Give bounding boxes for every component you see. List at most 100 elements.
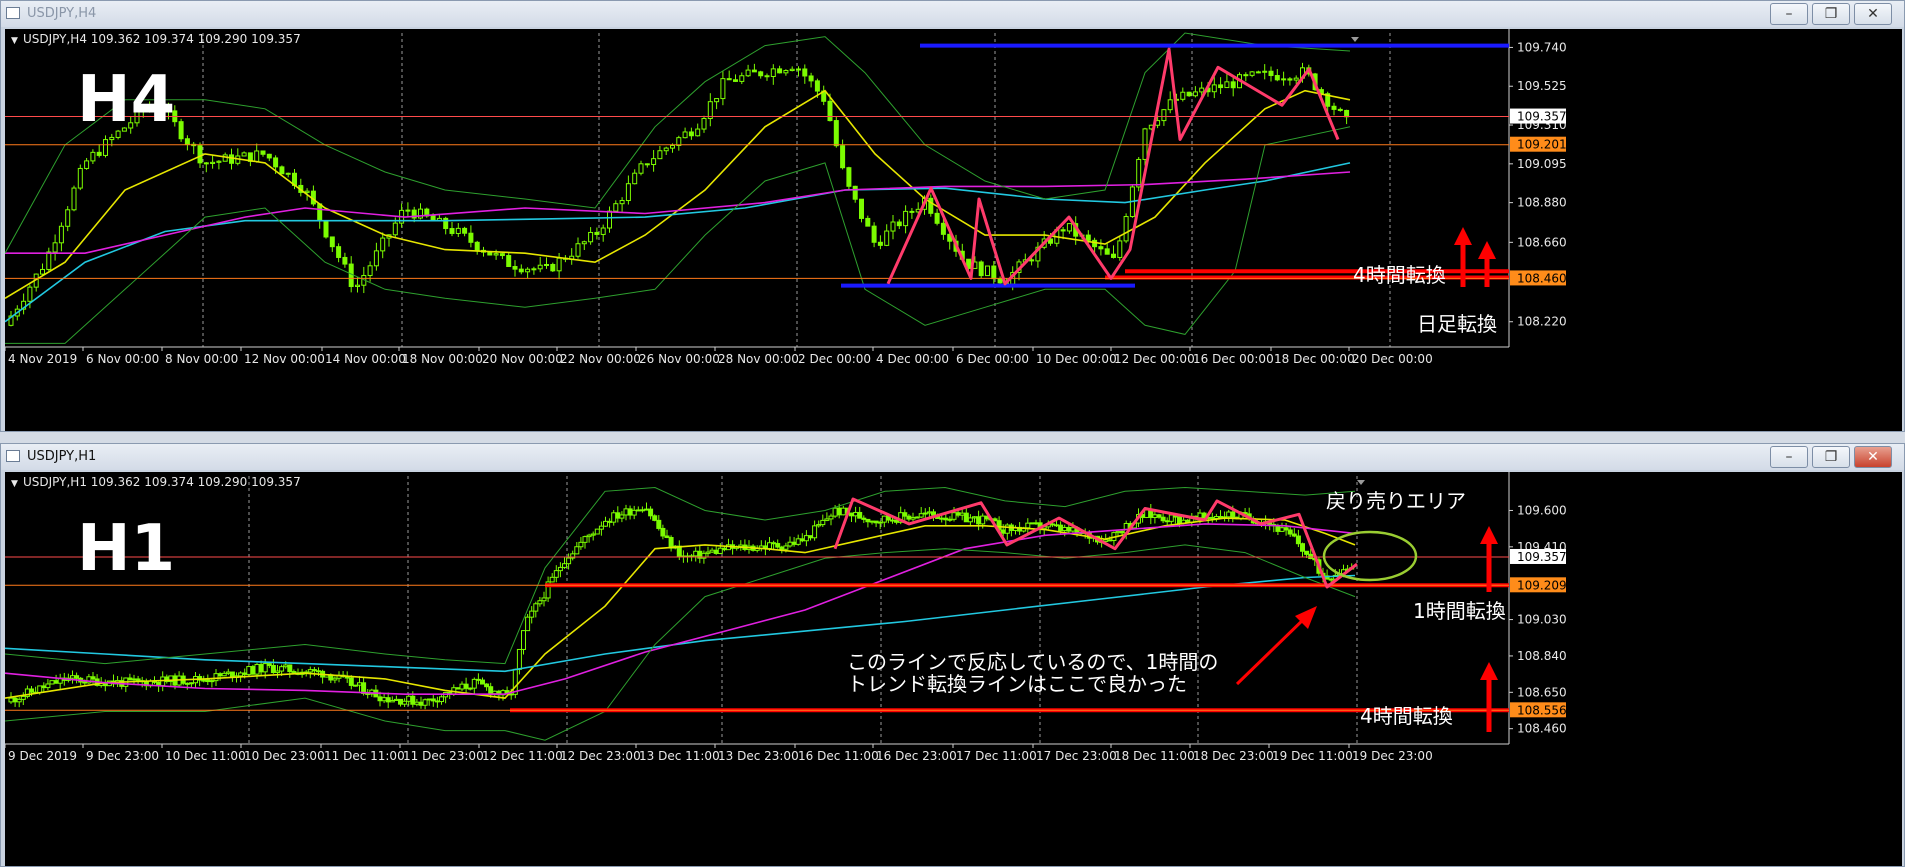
candle-body (46, 251, 52, 270)
time-tick-label: 9 Dec 23:00 (86, 749, 159, 763)
candle-body (1275, 525, 1281, 532)
candle-body (258, 663, 264, 673)
candle-body (65, 209, 71, 227)
candle-body (1344, 109, 1350, 118)
time-tick-label: 18 Dec 00:00 (1274, 352, 1355, 366)
candle-body (770, 68, 776, 77)
price-tick-label: 109.600 (1517, 503, 1567, 517)
candle-body (279, 666, 285, 672)
candle-body (1066, 526, 1072, 532)
annotation-comment-line2: トレンド転換ラインはここで良かった (847, 672, 1187, 696)
candle-body (721, 547, 727, 551)
candle-body (1115, 530, 1121, 534)
candle-body (758, 71, 764, 77)
candle-body (537, 264, 543, 270)
candle-body (1274, 75, 1280, 81)
candle-body (808, 75, 814, 82)
time-tick-label: 12 Nov 00:00 (244, 352, 325, 366)
close-button[interactable]: ✕ (1854, 446, 1892, 468)
window-titlebar[interactable]: USDJPY,H1 – ❐ ✕ (1, 444, 1904, 470)
candle-body (1168, 514, 1174, 522)
candle-body (516, 648, 522, 670)
time-tick-label: 10 Dec 11:00 (165, 749, 246, 763)
candle-body (651, 158, 657, 166)
candle-body (963, 512, 969, 523)
candle-body (1085, 234, 1091, 241)
candle-body (1104, 248, 1110, 255)
candle-body (693, 550, 699, 557)
candle-body (799, 538, 805, 542)
candle-body (652, 515, 658, 521)
candle-body (625, 183, 631, 202)
candle-body (896, 221, 902, 227)
candle-body (682, 131, 688, 139)
candle-body (955, 512, 961, 516)
annotation-4h-reversal: 4時間転換 (1360, 704, 1453, 728)
annotation-4h-reversal: 4時間転換 (1353, 263, 1446, 287)
candle-body (832, 507, 838, 517)
candle-body (940, 222, 946, 235)
candle-body (607, 520, 613, 523)
candle-body (902, 512, 908, 517)
time-tick-label: 19 Dec 23:00 (1352, 749, 1433, 763)
candle-body (967, 517, 973, 523)
candle-body (77, 167, 83, 189)
window-h1: USDJPY,H1 – ❐ ✕ 109.600 109.410 109.030 108… (0, 443, 1905, 867)
restore-button[interactable]: ❐ (1812, 3, 1850, 25)
candle-body (701, 118, 707, 130)
time-tick-label: 20 Dec 00:00 (1352, 352, 1433, 366)
annotation-sell-area: 戻り売りエリア (1326, 489, 1466, 513)
candle-body (493, 253, 499, 256)
restore-button[interactable]: ❐ (1812, 446, 1850, 468)
candle-body (1192, 91, 1198, 97)
candle-body (135, 678, 141, 682)
candle-body (1029, 522, 1035, 525)
candle-body (90, 151, 96, 162)
candle-body (430, 698, 436, 702)
candle-body (890, 221, 896, 232)
price-tag-label: 109.209 (1517, 578, 1567, 592)
time-tick-label: 10 Dec 00:00 (1036, 352, 1117, 366)
time-tick-label: 11 Dec 23:00 (403, 749, 484, 763)
candle-body (1000, 529, 1006, 534)
candle-body (304, 190, 310, 193)
price-tag-label: 109.201 (1517, 138, 1567, 152)
candle-body (406, 695, 412, 702)
candle-body (1328, 578, 1334, 581)
price-chart-h4[interactable]: 109.740109.525109.310109.095108.880108.6… (5, 29, 1902, 431)
candle-body (644, 508, 649, 511)
candle-body (695, 128, 701, 137)
candle-body (216, 160, 222, 163)
candle-body (865, 217, 871, 227)
candle-body (1167, 99, 1173, 111)
candle-body (594, 528, 600, 535)
candle-body (600, 227, 606, 235)
candle-body (764, 75, 770, 78)
time-tick-label: 12 Dec 11:00 (482, 749, 563, 763)
price-chart-h1[interactable]: 109.600109.410109.030108.840108.650108.4… (5, 472, 1902, 866)
candle-body (1144, 509, 1150, 518)
candle-body (1025, 522, 1031, 529)
candle-body (84, 160, 90, 169)
price-tag-label: 109.357 (1517, 550, 1567, 564)
candle-body (279, 166, 285, 175)
candle-body (1230, 81, 1236, 89)
candle-body (58, 225, 64, 244)
price-tick-label: 108.840 (1517, 649, 1567, 663)
minimize-button[interactable]: – (1770, 446, 1808, 468)
candle-body (82, 681, 88, 684)
candle-body (1295, 535, 1301, 545)
candle-body (550, 263, 556, 272)
minimize-button[interactable]: – (1770, 3, 1808, 25)
candle-body (109, 136, 115, 141)
candle-body (422, 699, 428, 706)
candle-body (544, 263, 549, 266)
annotation-comment-line1: このラインで反応しているので、1時間の (847, 650, 1218, 674)
candle-body (74, 675, 80, 679)
window-titlebar[interactable]: USDJPY,H4 – ❐ ✕ (1, 1, 1904, 27)
candle-body (1117, 240, 1123, 258)
candle-body (336, 246, 342, 258)
candle-body (1281, 78, 1287, 81)
price-tick-label: 108.660 (1517, 235, 1567, 249)
close-button[interactable]: ✕ (1854, 3, 1892, 25)
